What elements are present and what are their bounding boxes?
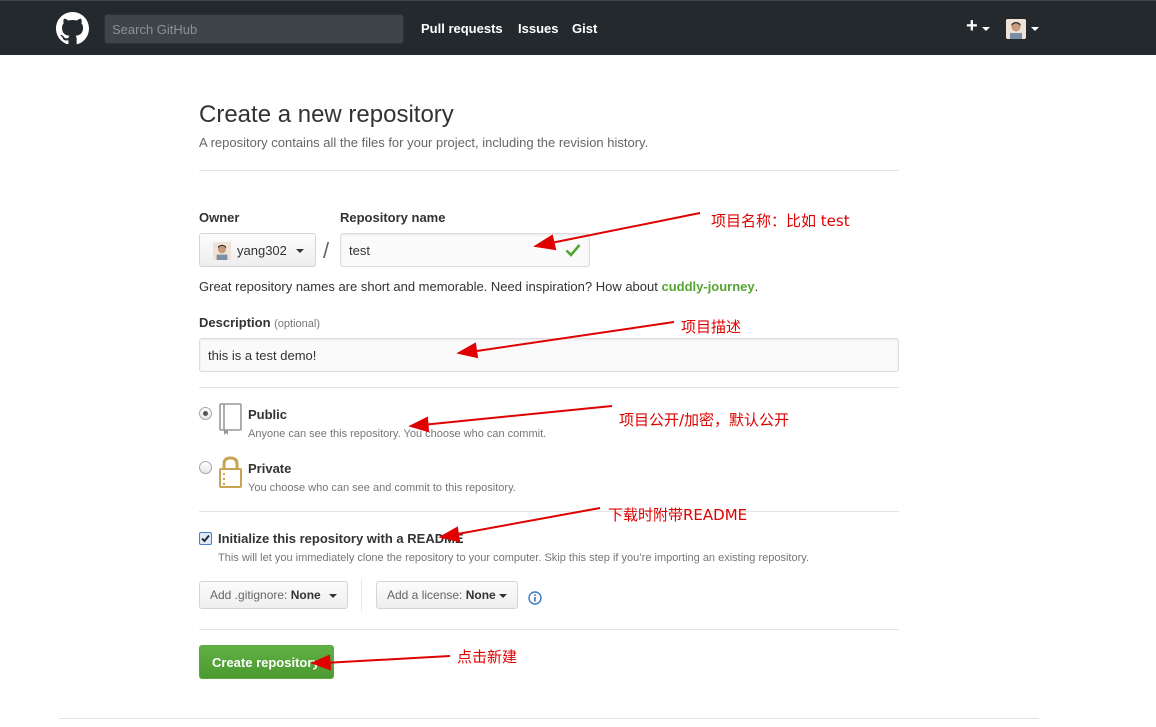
page-title: Create a new repository	[199, 101, 454, 128]
create-new-plus-icon[interactable]: +	[966, 15, 978, 38]
user-dropdown-caret-icon[interactable]	[1031, 27, 1039, 31]
annotation-readme: 下载时附带README	[608, 506, 748, 524]
arrow-visibility	[421, 405, 613, 426]
nav-issues[interactable]: Issues	[518, 21, 558, 36]
description-input[interactable]	[199, 338, 899, 372]
user-avatar[interactable]	[1006, 19, 1026, 39]
owner-repo-separator: /	[323, 238, 330, 263]
public-title: Public	[248, 407, 288, 422]
arrow-readme	[451, 507, 601, 536]
repo-name-label: Repository name	[340, 210, 446, 225]
footer-divider	[59, 718, 1039, 719]
private-title: Private	[248, 461, 292, 476]
annotation-create: 点击新建	[457, 648, 518, 666]
private-radio[interactable]	[199, 461, 212, 474]
owner-name: yang302	[237, 243, 287, 258]
select-separator	[361, 579, 362, 611]
repo-name-hint: Great repository names are short and mem…	[199, 279, 759, 294]
search-input[interactable]	[104, 14, 404, 44]
description-label: Description (optional)	[199, 315, 320, 330]
repo-book-icon	[219, 403, 242, 435]
repo-name-input[interactable]	[340, 233, 590, 267]
divider	[199, 170, 899, 171]
plus-dropdown-caret-icon[interactable]	[982, 27, 990, 31]
valid-check-icon	[565, 244, 581, 257]
info-icon[interactable]	[528, 591, 542, 605]
chevron-down-icon	[329, 594, 337, 598]
avatar-face-icon	[1006, 19, 1026, 39]
annotation-repo-name: 项目名称：比如 test	[711, 212, 850, 230]
owner-dropdown[interactable]: yang302	[199, 233, 316, 267]
checkmark-icon	[201, 534, 210, 543]
create-repository-button[interactable]: Create repository	[199, 645, 334, 679]
divider	[199, 629, 899, 630]
lock-icon	[219, 456, 242, 488]
github-logo-icon[interactable]	[56, 12, 89, 45]
public-description: Anyone can see this repository. You choo…	[248, 428, 547, 440]
chevron-down-icon	[499, 594, 507, 598]
license-select[interactable]: Add a license: None	[376, 581, 518, 609]
chevron-down-icon	[296, 249, 304, 253]
nav-pull-requests[interactable]: Pull requests	[421, 21, 503, 36]
annotation-description: 项目描述	[681, 318, 742, 336]
page-subtitle: A repository contains all the files for …	[199, 135, 649, 150]
public-radio[interactable]	[199, 407, 212, 420]
owner-avatar	[213, 242, 231, 260]
top-header: Pull requests Issues Gist +	[0, 0, 1156, 55]
divider	[199, 387, 899, 388]
readme-checkbox[interactable]	[199, 532, 212, 545]
arrow-create	[323, 655, 451, 664]
readme-description: This will let you immediately clone the …	[218, 552, 809, 564]
divider	[199, 511, 899, 512]
avatar-face-icon	[213, 242, 231, 260]
suggested-name-link[interactable]: cuddly-journey	[661, 279, 754, 294]
gitignore-select[interactable]: Add .gitignore: None	[199, 581, 348, 609]
annotation-visibility: 项目公开/加密，默认公开	[619, 411, 790, 429]
owner-label: Owner	[199, 210, 240, 225]
private-description: You choose who can see and commit to thi…	[248, 482, 516, 494]
nav-gist[interactable]: Gist	[572, 21, 597, 36]
readme-title: Initialize this repository with a README	[218, 531, 464, 546]
